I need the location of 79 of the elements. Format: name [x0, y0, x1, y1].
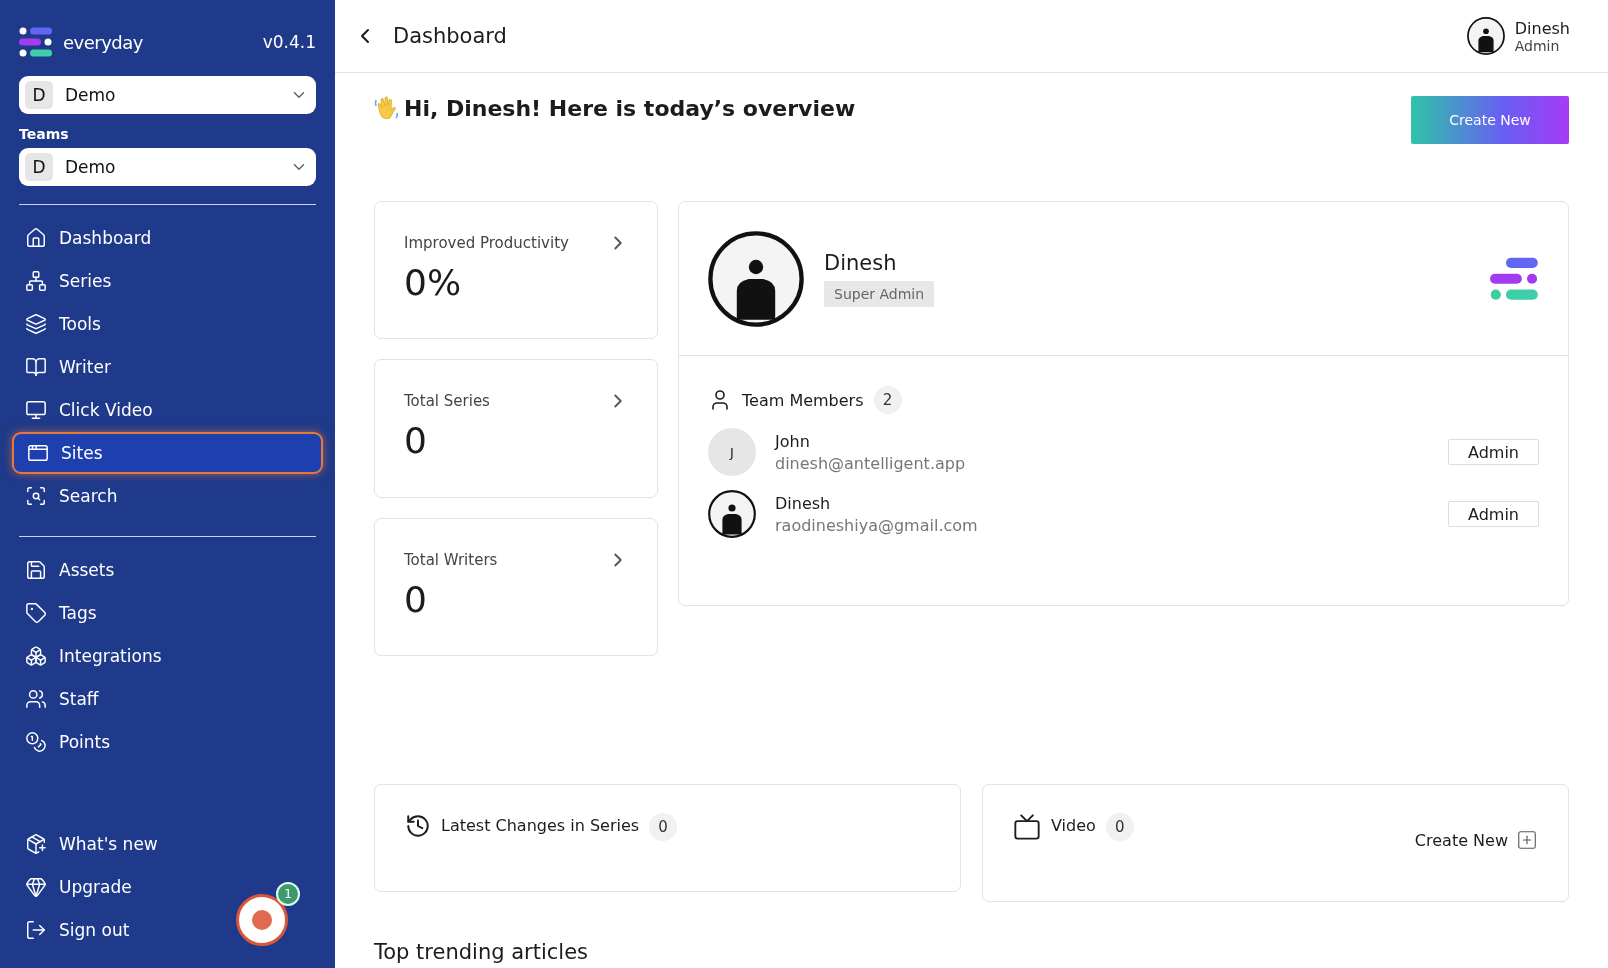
nav-item[interactable]: Search [19, 475, 124, 517]
teams-label: Teams [19, 126, 70, 142]
logo-icon [1489, 256, 1539, 301]
nav-icon [25, 919, 47, 941]
version-label: v0.4.1 [262, 32, 316, 52]
notification-badge: 1 [276, 882, 300, 906]
stat-card[interactable]: Total Series 0 [374, 359, 658, 498]
nav-item[interactable]: Tags [19, 592, 103, 634]
nav-icon [25, 833, 47, 855]
team-name: Demo [65, 157, 117, 177]
team-select[interactable]: D Demo [19, 148, 316, 186]
history-icon [405, 813, 431, 839]
nav-item[interactable]: Series [19, 260, 118, 302]
page-title: Dashboard [393, 24, 508, 48]
nav-item[interactable]: Sign out [19, 909, 136, 951]
nav-icon [25, 688, 47, 710]
nav-icon [25, 399, 47, 421]
logo-icon [19, 27, 53, 57]
section-title: Latest Changes in Series [441, 816, 640, 835]
create-new-link[interactable]: Create New [1414, 829, 1538, 851]
stat-label: Improved Productivity [404, 234, 569, 252]
nav-icon [25, 313, 47, 335]
greeting-heading: Hi, Dinesh! Here is today’s overview [374, 95, 856, 121]
stat-card[interactable]: Improved Productivity 0% [374, 201, 658, 340]
stat-card[interactable]: Total Writers 0 [374, 517, 658, 656]
user-name: Dinesh [1514, 18, 1570, 38]
nav-icon [25, 356, 47, 378]
nav-item[interactable]: Tools [19, 303, 107, 345]
member-name: John [775, 431, 811, 451]
plus-icon [1516, 829, 1538, 851]
role-tag: Admin [1448, 501, 1539, 527]
role-tag: Admin [1448, 439, 1539, 465]
count-badge: 2 [873, 386, 902, 414]
member-email: dinesh@antelligent.app [775, 453, 967, 473]
stat-value: 0 [404, 420, 428, 462]
profile-name: Dinesh [824, 250, 898, 275]
nav-icon [25, 876, 47, 898]
stat-label: Total Series [404, 392, 490, 411]
user-role: Admin [1514, 37, 1561, 54]
workspace-initial: D [25, 81, 53, 109]
nav-icon [27, 442, 49, 464]
nav-item[interactable]: Writer [19, 346, 117, 388]
stat-value: 0 [404, 578, 428, 620]
nav-item[interactable]: What's new [19, 823, 164, 865]
waving-hand-icon [374, 95, 400, 121]
nav-item[interactable]: Click Video [19, 389, 159, 431]
nav-item[interactable]: Points [19, 721, 117, 763]
nav-icon [25, 227, 47, 249]
tv-icon [1013, 813, 1041, 841]
section-heading: Top trending articles [374, 940, 590, 964]
brand-name: everyday [63, 31, 144, 53]
team-initial: D [25, 153, 53, 181]
member-email: raodineshiya@gmail.com [775, 515, 979, 535]
role-tag: Super Admin [824, 280, 935, 307]
nav-item[interactable]: Upgrade [19, 866, 138, 908]
create-new-button[interactable]: Create New [1411, 96, 1569, 144]
member-avatar [708, 490, 756, 538]
nav-item[interactable]: Sites [12, 432, 323, 474]
nav-icon [25, 731, 47, 753]
stat-label: Total Writers [404, 550, 498, 569]
nav-item[interactable]: Dashboard [19, 217, 158, 259]
nav-icon [25, 559, 47, 581]
nav-icon [25, 270, 47, 292]
section-title: Video [1051, 816, 1096, 835]
member-name: Dinesh [775, 493, 832, 513]
stat-value: 0% [404, 262, 463, 303]
count-badge: 0 [649, 813, 678, 841]
user-avatar [1466, 17, 1505, 55]
nav-item[interactable]: Integrations [19, 635, 168, 677]
member-avatar: J [708, 428, 756, 476]
nav-icon [25, 485, 47, 507]
workspace-name: Demo [65, 85, 117, 105]
nav-item[interactable]: Assets [19, 549, 121, 591]
workspace-select[interactable]: D Demo [19, 76, 316, 114]
nav-item[interactable]: Staff [19, 678, 105, 720]
nav-icon [25, 645, 47, 667]
nav-icon [25, 602, 47, 624]
section-title: Team Members [742, 390, 864, 410]
count-badge: 0 [1105, 813, 1134, 841]
